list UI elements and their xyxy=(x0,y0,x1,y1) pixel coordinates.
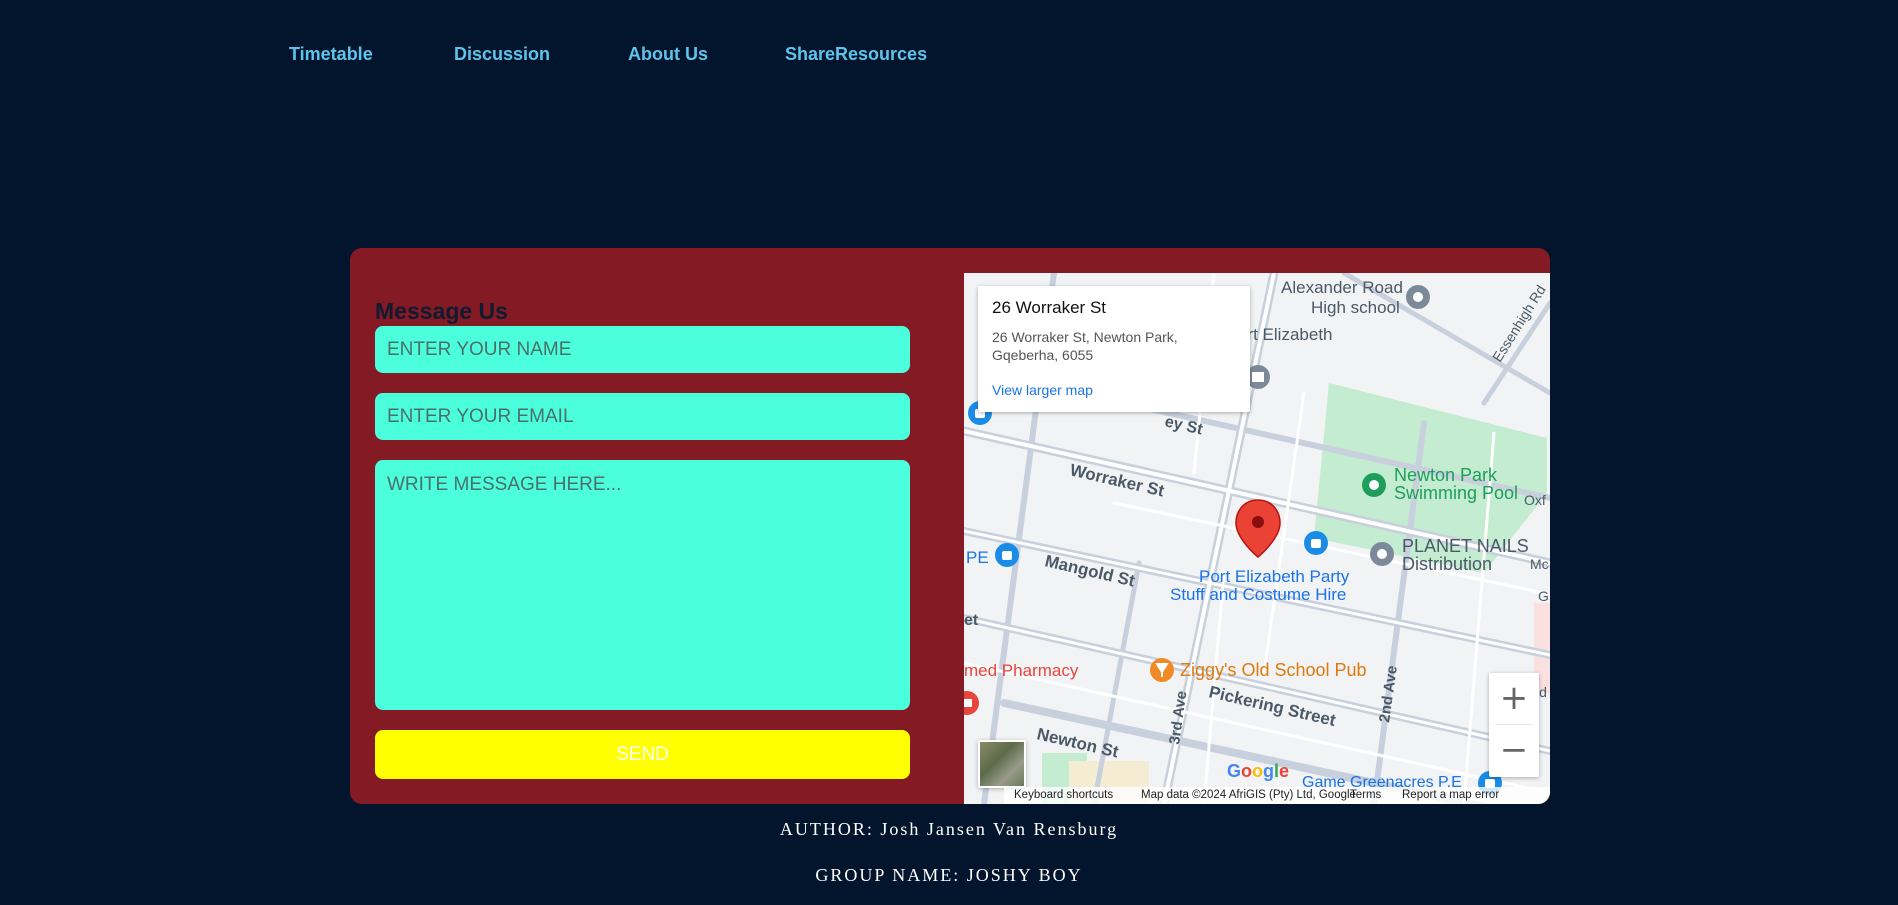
map-label: 3rd Ave xyxy=(1166,690,1190,746)
view-larger-map-link[interactable]: View larger map xyxy=(992,382,1093,398)
message-textarea[interactable] xyxy=(375,460,910,710)
party-store-icon[interactable] xyxy=(1304,531,1328,555)
map-label: Port Elizabeth Party xyxy=(1199,567,1350,586)
send-button[interactable]: SEND xyxy=(375,730,910,779)
zoom-in-button[interactable]: + xyxy=(1489,673,1539,724)
zoom-out-button[interactable]: − xyxy=(1489,725,1539,776)
embedded-map[interactable]: Alexander Road High school ort Elizabeth… xyxy=(964,273,1550,804)
school-icon[interactable] xyxy=(1406,285,1430,309)
pharmacy-icon[interactable] xyxy=(964,691,979,715)
nav-link-discussion[interactable]: Discussion xyxy=(454,44,550,65)
map-zoom-controls: + − xyxy=(1489,673,1539,777)
location-pin-icon[interactable] xyxy=(1235,499,1281,558)
pe-store-icon[interactable] xyxy=(995,543,1019,567)
map-label: Ziggy's Old School Pub xyxy=(1180,660,1367,680)
map-info-title: 26 Worraker St xyxy=(992,298,1107,317)
map-label: Mc xyxy=(1530,556,1549,572)
map-data-credit: Map data ©2024 AfriGIS (Pty) Ltd, Google xyxy=(1141,789,1356,801)
map-label: Alexander Road xyxy=(1281,278,1403,297)
map-label: Swimming Pool xyxy=(1394,483,1518,503)
google-logo-letter: G xyxy=(1227,761,1242,781)
keyboard-shortcuts-link[interactable]: Keyboard shortcuts xyxy=(1014,787,1113,804)
terms-link[interactable]: Terms xyxy=(1350,787,1381,804)
map-info-address: 26 Worraker St, Newton Park, Gqeberha, 6… xyxy=(992,328,1202,364)
map-label: Distribution xyxy=(1402,554,1492,574)
map-label: et xyxy=(964,612,979,629)
map-label: Newton Park xyxy=(1394,465,1498,485)
contact-card: Message Us SEND xyxy=(350,248,1550,804)
email-input[interactable] xyxy=(375,393,910,440)
google-logo-letter: e xyxy=(1279,761,1290,781)
map-label: PLANET NAILS xyxy=(1402,536,1529,556)
map-info-address-line: 26 Worraker St, Newton Park, xyxy=(992,329,1178,345)
map-info-address-line: Gqeberha, 6055 xyxy=(992,347,1094,363)
map-label: High school xyxy=(1311,298,1400,317)
group-name: GROUP NAME: JOSHY BOY xyxy=(815,865,1083,885)
google-logo-letter: g xyxy=(1263,761,1275,781)
map-label: PE xyxy=(966,548,989,567)
google-logo: Google xyxy=(1227,761,1289,782)
nav-link-about-us[interactable]: About Us xyxy=(628,44,708,65)
author-credit: AUTHOR: Josh Jansen Van Rensburg xyxy=(779,819,1119,839)
report-map-error-link[interactable]: Report a map error xyxy=(1402,787,1499,804)
pub-icon[interactable] xyxy=(1150,658,1174,682)
map-info-card: 26 Worraker St 26 Worraker St, Newton Pa… xyxy=(978,286,1250,412)
map-label: ort Elizabeth xyxy=(1238,325,1333,344)
google-logo-letter: o xyxy=(1252,761,1264,781)
map-label: G xyxy=(1538,588,1549,604)
map-label: Stuff and Costume Hire xyxy=(1170,585,1346,604)
nails-store-icon[interactable] xyxy=(1370,542,1394,566)
name-input[interactable] xyxy=(375,326,910,373)
swimming-pool-icon[interactable] xyxy=(1362,473,1386,497)
nav-link-share-resources[interactable]: ShareResources xyxy=(785,44,927,65)
map-attribution-bar: Keyboard shortcuts Map data ©2024 AfriGI… xyxy=(1004,787,1550,804)
map-label: Oxf xyxy=(1524,492,1546,508)
form-title: Message Us xyxy=(375,298,508,324)
satellite-toggle-button[interactable] xyxy=(978,740,1026,788)
nav-link-timetable[interactable]: Timetable xyxy=(289,44,373,65)
google-logo-letter: o xyxy=(1241,761,1253,781)
map-label: med Pharmacy xyxy=(964,661,1079,680)
